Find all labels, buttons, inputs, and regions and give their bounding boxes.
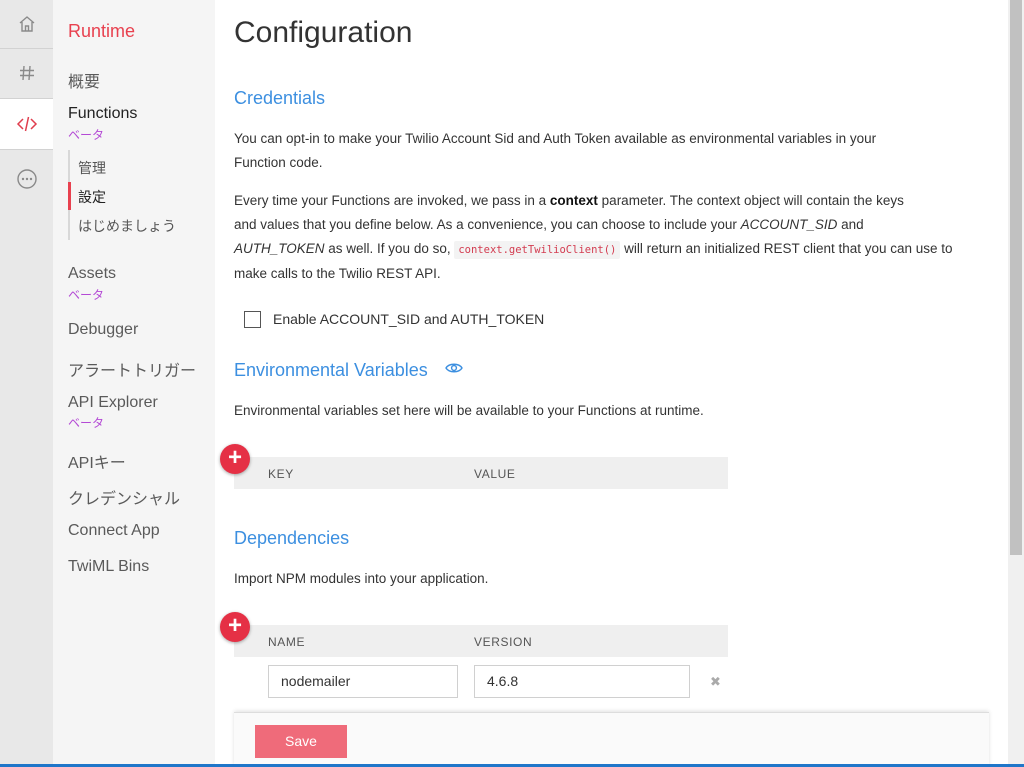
- home-icon[interactable]: [0, 0, 53, 48]
- account-sid-text: ACCOUNT_SID: [740, 217, 838, 232]
- more-icon[interactable]: [0, 155, 53, 203]
- dependencies-heading: Dependencies: [234, 528, 350, 548]
- hash-icon[interactable]: [0, 49, 53, 97]
- subnav-item-settings[interactable]: 設定: [78, 187, 106, 207]
- context-text: make calls to the Twilio REST API.: [234, 266, 441, 281]
- env-vars-description: Environmental variables set here will be…: [234, 403, 704, 418]
- nav-item-debugger[interactable]: Debugger: [68, 321, 138, 339]
- subnav-active-marker: [68, 182, 71, 210]
- credentials-description: You can opt-in to make your Twilio Accou…: [234, 127, 994, 175]
- context-text: and: [837, 217, 864, 232]
- enable-credentials-label[interactable]: Enable ACCOUNT_SID and AUTH_TOKEN: [273, 311, 544, 327]
- column-name: NAME: [268, 635, 306, 649]
- beta-badge: ベータ: [68, 416, 105, 430]
- eye-icon[interactable]: [444, 360, 464, 381]
- nav-item-credentials[interactable]: クレデンシャル: [68, 485, 180, 509]
- nav-item-connect-app[interactable]: Connect App: [68, 522, 160, 540]
- icon-rail: [0, 0, 53, 767]
- auth-token-text: AUTH_TOKEN: [234, 241, 325, 256]
- enable-credentials-checkbox[interactable]: [244, 311, 261, 328]
- nav-sidebar: Runtime 概要 Functions ベータ 管理 設定 はじめましょう A…: [53, 0, 215, 767]
- add-dependency-button[interactable]: +: [220, 612, 250, 642]
- code-icon[interactable]: [0, 99, 53, 149]
- context-keyword: context: [549, 193, 598, 208]
- main-content: Configuration Credentials You can opt-in…: [215, 0, 1008, 767]
- env-vars-heading: Environmental Variables: [234, 360, 428, 380]
- column-version: VERSION: [474, 635, 533, 649]
- dependencies-table-header: NAME VERSION: [234, 625, 728, 657]
- credentials-text: Function code.: [234, 155, 323, 170]
- save-bar: Save: [234, 712, 989, 767]
- credentials-text: You can opt-in to make your Twilio Accou…: [234, 131, 877, 146]
- context-text: parameter. The context object will conta…: [597, 193, 904, 208]
- subnav-item-manage[interactable]: 管理: [78, 158, 106, 178]
- rail-divider: [0, 149, 53, 150]
- nav-item-alarms[interactable]: アラートトリガー: [68, 357, 196, 381]
- credentials-heading: Credentials: [234, 88, 326, 108]
- nav-item-api-explorer[interactable]: API Explorer: [68, 394, 158, 412]
- nav-item-twiml-bins[interactable]: TwiML Bins: [68, 558, 149, 576]
- nav-title[interactable]: Runtime: [68, 21, 135, 42]
- dependency-version-input[interactable]: 4.6.8: [474, 665, 690, 698]
- page-title: Configuration: [234, 16, 413, 49]
- remove-dependency-icon[interactable]: ✖: [710, 674, 721, 690]
- nav-item-assets[interactable]: Assets: [68, 265, 116, 283]
- beta-badge: ベータ: [68, 288, 105, 302]
- context-text: Every time your Functions are invoked, w…: [234, 193, 550, 208]
- column-value: VALUE: [474, 467, 516, 481]
- dependencies-description: Import NPM modules into your application…: [234, 571, 489, 586]
- code-snippet: context.getTwilioClient(): [454, 241, 621, 259]
- scrollbar-thumb[interactable]: [1010, 0, 1022, 555]
- context-text: as well. If you do so,: [324, 241, 455, 256]
- nav-item-functions[interactable]: Functions: [68, 105, 137, 123]
- nav-item-api-keys[interactable]: APIキー: [68, 449, 126, 473]
- beta-badge: ベータ: [68, 128, 105, 142]
- context-text: will return an initialized REST client t…: [620, 241, 953, 256]
- nav-item-overview[interactable]: 概要: [68, 68, 100, 92]
- env-vars-table-header: KEY VALUE: [234, 457, 728, 489]
- dependency-name-input[interactable]: nodemailer: [268, 665, 458, 698]
- save-button[interactable]: Save: [255, 725, 347, 758]
- subnav-item-getting-started[interactable]: はじめましょう: [78, 216, 176, 236]
- add-env-var-button[interactable]: +: [220, 444, 250, 474]
- context-description: Every time your Functions are invoked, w…: [234, 189, 994, 286]
- context-text: and values that you define below. As a c…: [234, 217, 741, 232]
- column-key: KEY: [268, 467, 294, 481]
